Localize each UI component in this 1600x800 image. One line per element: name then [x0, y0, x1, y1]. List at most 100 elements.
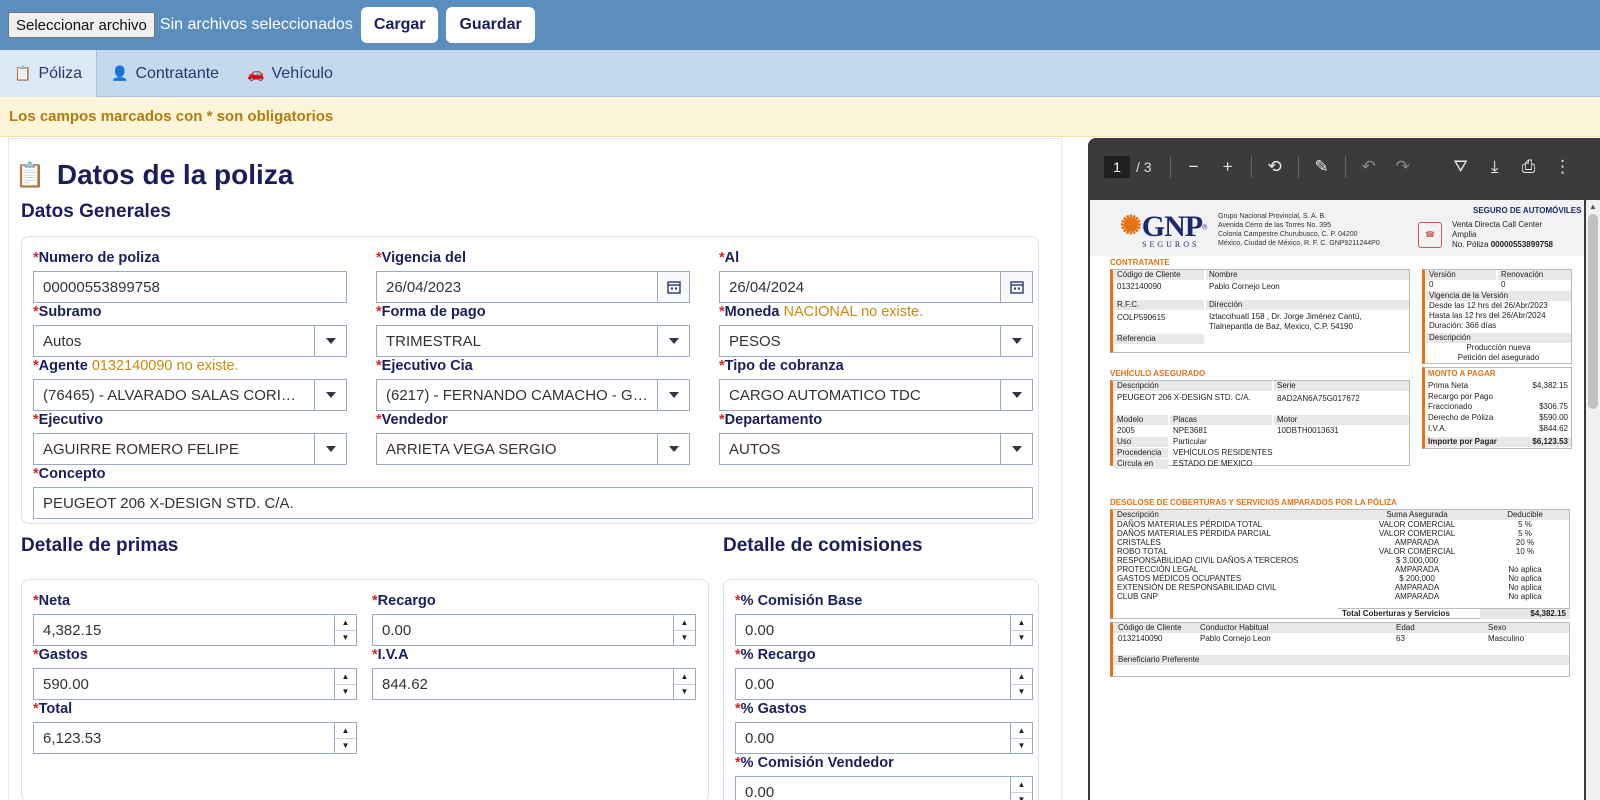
chevron-down-icon[interactable]: [314, 380, 346, 410]
vendedor-select[interactable]: ARRIETA VEGA SERGIO: [376, 433, 690, 465]
tipo-cobranza-select[interactable]: CARGO AUTOMATICO TDC: [719, 379, 1033, 411]
iva-field: *I.V.A 844.62 ▲ ▼: [372, 646, 696, 700]
print-icon[interactable]: ⎙: [1512, 157, 1546, 177]
vendedor-field: *Vendedor ARRIETA VEGA SERGIO: [376, 411, 690, 465]
comision-base-input[interactable]: 0.00 ▲ ▼: [735, 614, 1033, 646]
comision-gastos-field: *% Gastos 0.00 ▲ ▼: [735, 700, 1033, 754]
moneda-select[interactable]: PESOS: [719, 325, 1033, 357]
undo-icon[interactable]: ↶: [1352, 157, 1386, 177]
al-input[interactable]: 26/04/2024: [719, 271, 1033, 303]
tab-contratante[interactable]: 👤 Contratante: [97, 50, 233, 97]
subramo-field: *Subramo Autos: [33, 303, 347, 357]
download-icon[interactable]: ⤓: [1478, 157, 1512, 177]
gnp-sun-icon: ✺: [1120, 210, 1142, 240]
ejecutivo-field: *Ejecutivo AGUIRRE ROMERO FELIPE: [33, 411, 347, 465]
importe-row: Importe por Pagar $6,123.53: [1425, 437, 1571, 447]
tab-poliza[interactable]: 📋 Póliza: [0, 50, 98, 97]
chevron-down-icon[interactable]: [1000, 326, 1032, 356]
stepper-icon[interactable]: ▲ ▼: [1010, 723, 1032, 753]
pdf-scrollbar[interactable]: ▲: [1586, 200, 1600, 800]
redo-icon[interactable]: ↷: [1386, 157, 1420, 177]
total-input[interactable]: 6,123.53 ▲ ▼: [33, 722, 357, 754]
top-toolbar: Seleccionar archivo Sin archivos selecci…: [0, 0, 1600, 50]
ejecutivo-cia-field: *Ejecutivo Cia (6217) - FERNANDO CAMACHO…: [376, 357, 690, 411]
moneda-field: *Moneda NACIONAL no existe. PESOS: [719, 303, 1033, 357]
zoom-out-icon[interactable]: −: [1177, 157, 1211, 177]
table-row: ROBO TOTAL VALOR COMERCIAL 10 %: [1117, 547, 1535, 556]
tipo-cobranza-field: *Tipo de cobranza CARGO AUTOMATICO TDC: [719, 357, 1033, 411]
save-button[interactable]: Guardar: [446, 7, 535, 43]
tab-vehiculo[interactable]: 🚗 Vehículo: [233, 50, 347, 97]
draw-icon[interactable]: ✎: [1305, 157, 1339, 177]
stepper-icon[interactable]: ▲ ▼: [1010, 615, 1032, 645]
tab-label: Póliza: [38, 64, 83, 82]
page-title: 📋 Datos de la poliza: [15, 159, 293, 191]
stepper-icon[interactable]: ▲ ▼: [334, 615, 356, 645]
load-button[interactable]: Cargar: [360, 7, 439, 43]
chevron-down-icon[interactable]: [657, 434, 689, 464]
scroll-thumb[interactable]: [1588, 214, 1598, 409]
file-select-button[interactable]: Seleccionar archivo: [8, 12, 155, 38]
chevron-down-icon[interactable]: [314, 434, 346, 464]
tab-label: Contratante: [135, 64, 220, 82]
form-panel: 📋 Datos de la poliza Datos Generales *Nu…: [8, 138, 1062, 800]
forma-pago-select[interactable]: TRIMESTRAL: [376, 325, 690, 357]
recargo-input[interactable]: 0.00 ▲ ▼: [372, 614, 696, 646]
page-title-text: Datos de la poliza: [56, 159, 294, 190]
recargo-field: *Recargo 0.00 ▲ ▼: [372, 592, 696, 646]
zoom-in-icon[interactable]: +: [1211, 157, 1245, 177]
numero-poliza-input[interactable]: 00000553899758: [33, 271, 347, 303]
person-icon: 👤: [111, 65, 129, 81]
comision-gastos-input[interactable]: 0.00 ▲ ▼: [735, 722, 1033, 754]
company-info: Grupo Nacional Provincial, S. A. B. Aven…: [1218, 213, 1380, 247]
subramo-select[interactable]: Autos: [33, 325, 347, 357]
calendar-icon[interactable]: [657, 272, 689, 302]
table-row: CRISTALES AMPARADA 20 %: [1117, 538, 1535, 547]
doc-header-title: SEGURO DE AUTOMÓVILES: [1473, 206, 1582, 215]
chevron-down-icon[interactable]: [314, 326, 346, 356]
add-drive-icon[interactable]: ⛛: [1444, 157, 1478, 177]
page-total: / 3: [1136, 159, 1152, 175]
stepper-icon[interactable]: ▲ ▼: [334, 669, 356, 699]
ejecutivo-cia-select[interactable]: (6217) - FERNANDO CAMACHO - GRUPO: [376, 379, 690, 411]
stepper-icon[interactable]: ▲ ▼: [1010, 777, 1032, 800]
chevron-down-icon[interactable]: [1000, 380, 1032, 410]
doc-header-info: Venta Directa Call Center Amplia No. Pól…: [1452, 220, 1553, 249]
comision-recargo-input[interactable]: 0.00 ▲ ▼: [735, 668, 1033, 700]
pdf-viewer: 1 / 3 − + ⟲ ✎ ↶ ↷ ⛛ ⤓ ⎙ ⋮ ✺GNP® SEGUROS …: [1088, 138, 1600, 800]
numero-poliza-field: *Numero de poliza 00000553899758: [33, 249, 347, 303]
contratante-heading: CONTRATANTE: [1110, 258, 1170, 267]
neta-input[interactable]: 4,382.15 ▲ ▼: [33, 614, 357, 646]
clipboard-icon: 📋: [15, 161, 45, 189]
table-row: GASTOS MÉDICOS OCUPANTES $ 200,000 No apli…: [1117, 574, 1542, 583]
vigencia-del-input[interactable]: 26/04/2023: [376, 271, 690, 303]
stepper-icon[interactable]: ▲ ▼: [334, 723, 356, 753]
moneda-warning: NACIONAL no existe.: [783, 304, 924, 320]
concepto-field: *Concepto PEUGEOT 206 X-DESIGN STD. C/A.: [33, 465, 1033, 519]
gastos-input[interactable]: 590.00 ▲ ▼: [33, 668, 357, 700]
calendar-icon[interactable]: [1000, 272, 1032, 302]
comision-vendedor-field: *% Comisión Vendedor 0.00 ▲ ▼: [735, 754, 1033, 800]
stepper-icon[interactable]: ▲ ▼: [673, 615, 695, 645]
more-options-icon[interactable]: ⋮: [1546, 157, 1580, 177]
concepto-input[interactable]: PEUGEOT 206 X-DESIGN STD. C/A.: [33, 487, 1033, 519]
stepper-icon[interactable]: ▲ ▼: [1010, 669, 1032, 699]
stepper-icon[interactable]: ▲ ▼: [673, 669, 695, 699]
chevron-down-icon[interactable]: [657, 380, 689, 410]
section-detalle-comisiones: Detalle de comisiones: [723, 535, 923, 556]
neta-field: *Neta 4,382.15 ▲ ▼: [33, 592, 357, 646]
rotate-icon[interactable]: ⟲: [1258, 157, 1292, 177]
total-coberturas-row: Total Coberturas y Servicios $4,382.15: [1338, 608, 1570, 619]
forma-pago-field: *Forma de pago TRIMESTRAL: [376, 303, 690, 357]
call-center-icon: ☎: [1418, 222, 1442, 248]
monto-rows: Prima Neta $4,382.15 Recargo por Pago Fra…: [1428, 381, 1568, 433]
comision-vendedor-input[interactable]: 0.00 ▲ ▼: [735, 776, 1033, 800]
iva-input[interactable]: 844.62 ▲ ▼: [372, 668, 696, 700]
departamento-select[interactable]: AUTOS: [719, 433, 1033, 465]
agente-select[interactable]: (76465) - ALVARADO SALAS CORINA - GRUPO: [33, 379, 347, 411]
chevron-down-icon[interactable]: [1000, 434, 1032, 464]
gnp-logo-sub: SEGUROS: [1142, 240, 1200, 249]
ejecutivo-select[interactable]: AGUIRRE ROMERO FELIPE: [33, 433, 347, 465]
chevron-down-icon[interactable]: [657, 326, 689, 356]
page-number-input[interactable]: 1: [1104, 156, 1130, 178]
